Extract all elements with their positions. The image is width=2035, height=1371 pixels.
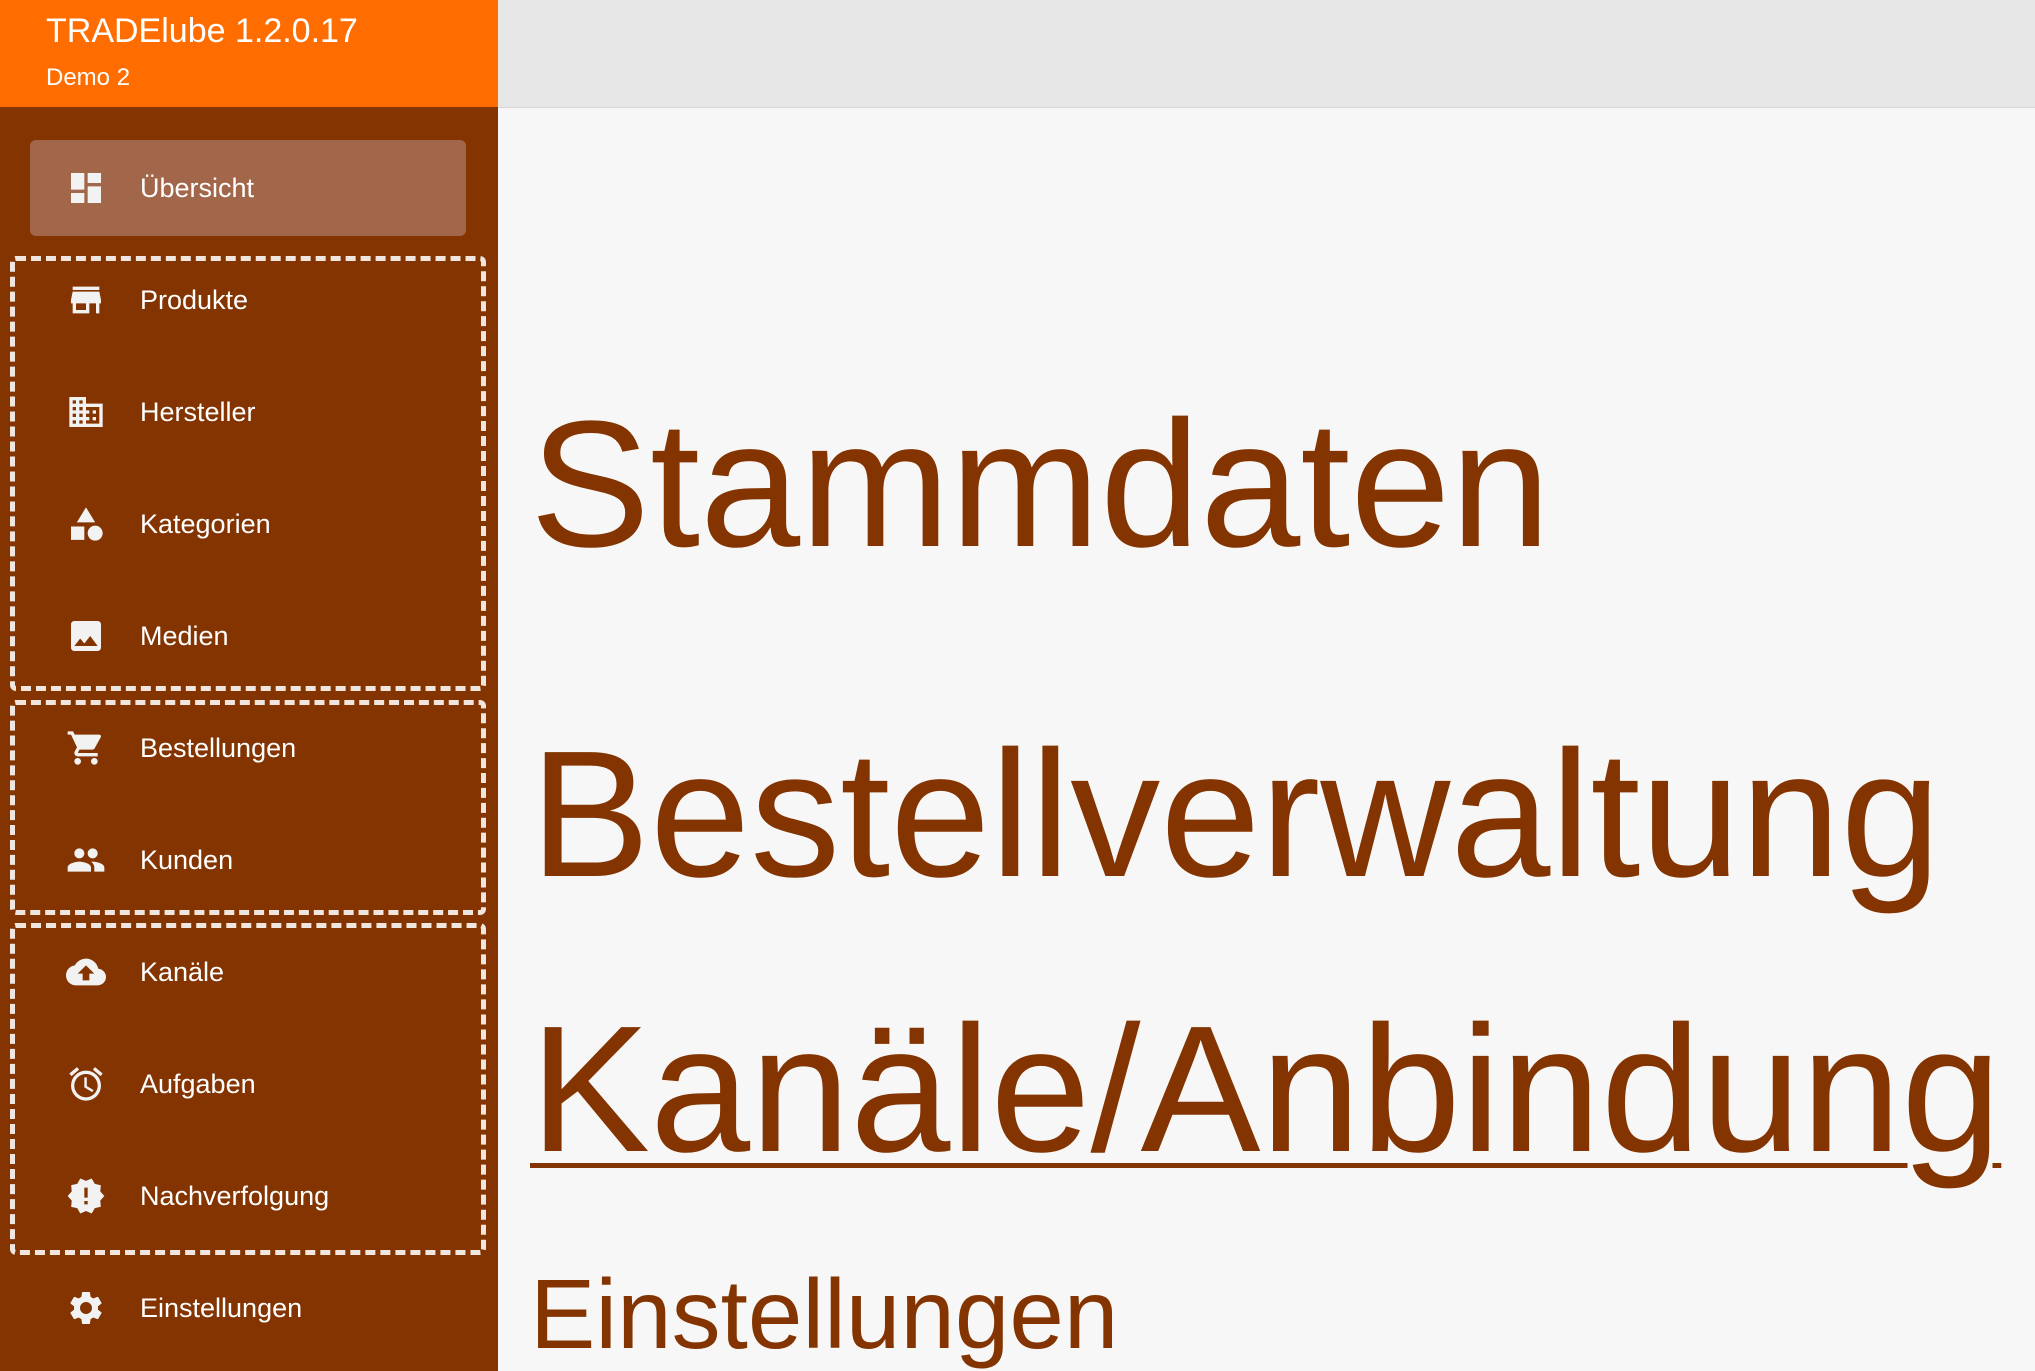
sidebar-item-einstellungen[interactable]: Einstellungen	[30, 1260, 466, 1356]
sidebar-item-kategorien[interactable]: Kategorien	[30, 476, 466, 572]
section-heading-einstellungen: Einstellungen	[530, 1259, 1119, 1369]
dashboard-icon	[64, 166, 108, 210]
sidebar-item-kunden[interactable]: Kunden	[30, 812, 466, 908]
sidebar-item-label: Medien	[140, 620, 229, 651]
section-heading-stammdaten: Stammdaten	[530, 384, 1551, 585]
people-icon	[64, 838, 108, 882]
sidebar-item-label: Kanäle	[140, 956, 225, 987]
alarm-icon	[64, 1062, 108, 1106]
cloud-upload-icon	[64, 950, 108, 994]
sidebar-item-produkte[interactable]: Produkte	[30, 252, 466, 348]
sidebar-item-nachverfolgung[interactable]: Nachverfolgung	[30, 1148, 466, 1244]
sidebar-item-uebersicht[interactable]: Übersicht	[30, 140, 466, 236]
sidebar-item-label: Einstellungen	[140, 1292, 303, 1323]
brand-header: TRADElube 1.2.0.17 Demo 2	[0, 0, 498, 107]
sidebar-item-medien[interactable]: Medien	[30, 588, 466, 684]
store-icon	[64, 278, 108, 322]
cart-icon	[64, 726, 108, 770]
sidebar-item-label: Produkte	[140, 284, 249, 315]
sidebar-item-label: Kategorien	[140, 508, 271, 539]
app-window: TRADElube 1.2.0.17 Demo 2 Übersicht Prod…	[0, 0, 2035, 1371]
section-heading-bestellverwaltung: Bestellverwaltung	[530, 714, 1941, 915]
warning-badge-icon	[64, 1174, 108, 1218]
section-heading-kanaele-anbindung[interactable]: Kanäle/Anbindung	[530, 1000, 2001, 1180]
image-icon	[64, 614, 108, 658]
sidebar: TRADElube 1.2.0.17 Demo 2 Übersicht Prod…	[0, 0, 498, 1371]
sidebar-item-label: Nachverfolgung	[140, 1180, 330, 1211]
app-subtitle: Demo 2	[46, 64, 131, 91]
sidebar-item-label: Aufgaben	[140, 1068, 256, 1099]
building-icon	[64, 390, 108, 434]
category-shapes-icon	[64, 502, 108, 546]
sidebar-item-kanaele[interactable]: Kanäle	[30, 924, 466, 1020]
gear-icon	[64, 1286, 108, 1330]
app-title: TRADElube 1.2.0.17	[46, 12, 358, 50]
sidebar-item-aufgaben[interactable]: Aufgaben	[30, 1036, 466, 1132]
sidebar-item-hersteller[interactable]: Hersteller	[30, 364, 466, 460]
sidebar-item-label: Bestellungen	[140, 732, 297, 763]
sidebar-item-label: Kunden	[140, 844, 234, 875]
sidebar-item-label: Hersteller	[140, 396, 256, 427]
sidebar-item-label: Übersicht	[140, 172, 255, 203]
sidebar-item-bestellungen[interactable]: Bestellungen	[30, 700, 466, 796]
top-bar	[498, 0, 2035, 108]
